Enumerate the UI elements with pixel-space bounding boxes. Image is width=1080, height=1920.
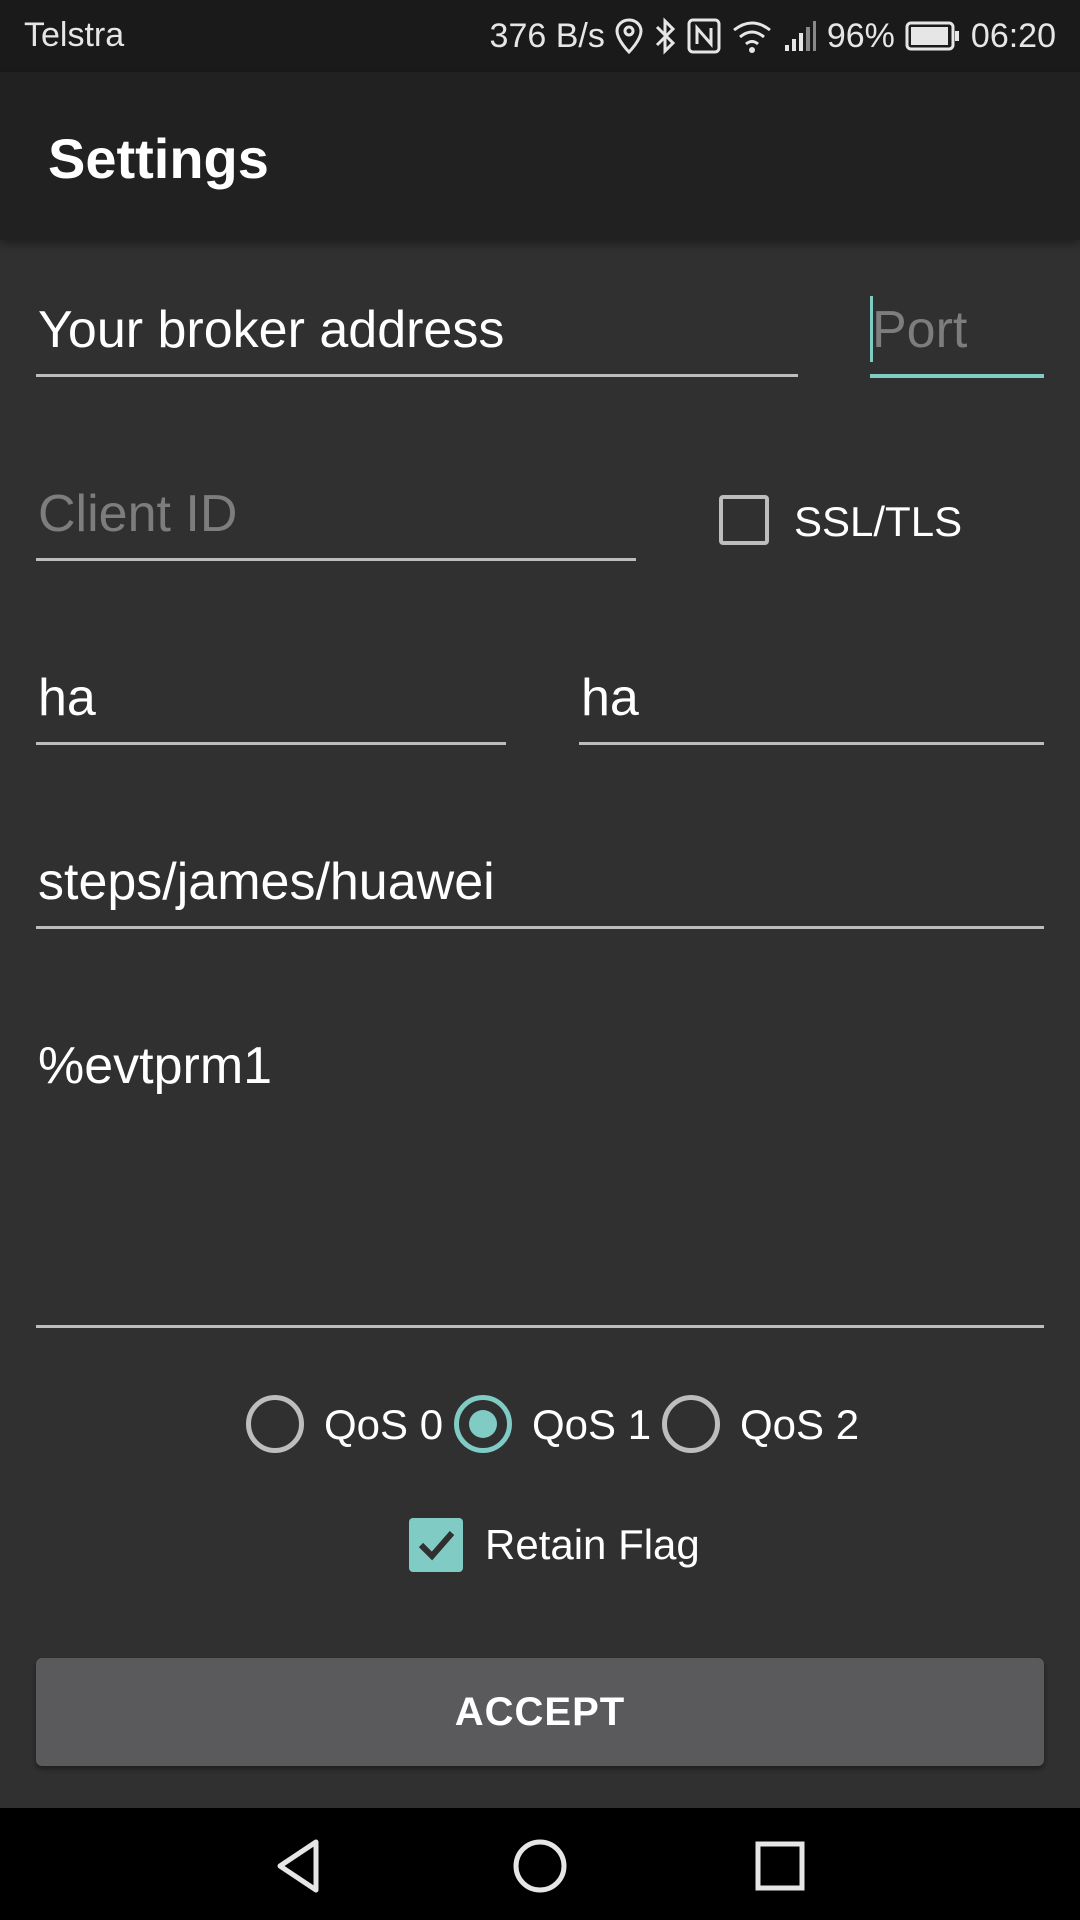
qos-2-radio[interactable]	[662, 1395, 720, 1453]
back-icon[interactable]	[270, 1836, 330, 1896]
qos-2-label[interactable]: QoS 2	[740, 1401, 859, 1449]
nfc-icon	[687, 18, 721, 54]
signal-icon	[783, 19, 817, 53]
wifi-icon	[731, 18, 773, 54]
message-field[interactable]: %evtprm1	[36, 1030, 1044, 1328]
message-value: %evtprm1	[38, 1037, 273, 1095]
home-icon[interactable]	[510, 1836, 570, 1896]
username-field[interactable]: ha	[36, 660, 506, 745]
broker-address-placeholder: Your broker address	[38, 301, 505, 359]
client-id-field[interactable]: Client ID	[36, 476, 636, 561]
location-icon	[615, 18, 643, 54]
battery-percent: 96%	[826, 16, 895, 55]
retain-flag-label[interactable]: Retain Flag	[485, 1521, 700, 1569]
retain-flag-checkbox[interactable]	[409, 1518, 463, 1572]
network-speed: 376 B/s	[489, 16, 605, 55]
password-field[interactable]: ha	[579, 660, 1044, 745]
app-bar: Settings	[0, 72, 1080, 240]
bluetooth-icon	[653, 17, 677, 55]
clock: 06:20	[970, 16, 1056, 55]
qos-0-radio[interactable]	[246, 1395, 304, 1453]
password-value: ha	[581, 669, 639, 727]
username-value: ha	[38, 669, 96, 727]
page-title: Settings	[48, 127, 269, 190]
ssl-tls-label[interactable]: SSL/TLS	[794, 498, 962, 546]
carrier-label: Telstra	[24, 16, 125, 54]
qos-1-label[interactable]: QoS 1	[532, 1401, 651, 1449]
recents-icon[interactable]	[750, 1836, 810, 1896]
client-id-placeholder: Client ID	[38, 485, 238, 543]
status-bar: Telstra 376 B/s 96% 06:20	[0, 0, 1080, 72]
ssl-tls-checkbox[interactable]	[719, 495, 769, 545]
checkmark-icon	[418, 1531, 455, 1561]
battery-icon	[905, 21, 961, 51]
port-field[interactable]: Port	[870, 292, 1044, 378]
qos-1-radio[interactable]	[454, 1395, 512, 1453]
topic-field[interactable]: steps/james/huawei	[36, 844, 1044, 929]
qos-0-label[interactable]: QoS 0	[324, 1401, 443, 1449]
accept-button[interactable]: ACCEPT	[36, 1658, 1044, 1766]
broker-address-field[interactable]: Your broker address	[36, 292, 798, 377]
port-placeholder: Port	[872, 301, 968, 359]
topic-value: steps/james/huawei	[38, 853, 495, 911]
navigation-bar	[0, 1808, 1080, 1920]
